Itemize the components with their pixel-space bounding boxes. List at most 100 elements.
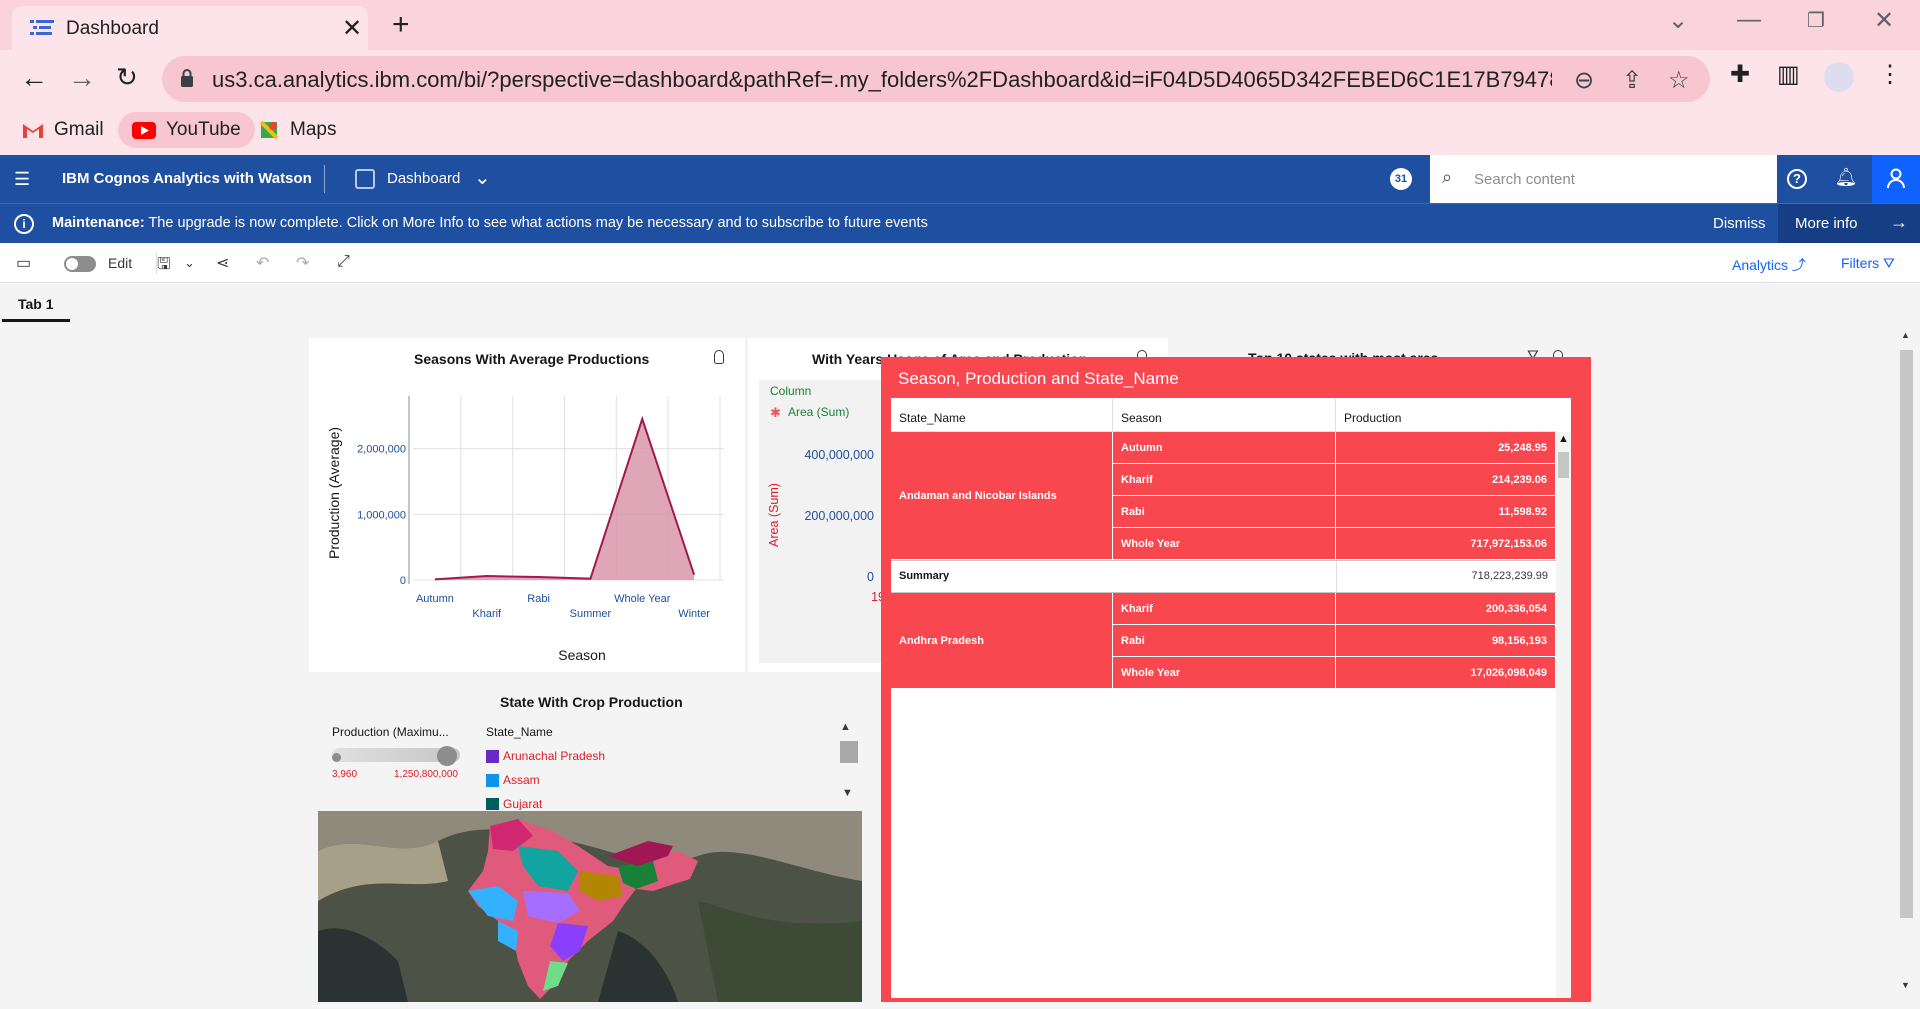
side-panel-icon[interactable]: ▥: [1777, 60, 1800, 89]
maintenance-label: Maintenance:: [52, 215, 145, 231]
extensions-icon[interactable]: ✚: [1730, 60, 1750, 89]
edit-label: Edit: [108, 255, 133, 271]
table-production-cell[interactable]: 25,248.95: [1336, 432, 1556, 464]
table-season-cell[interactable]: Whole Year: [1113, 528, 1336, 560]
bookmark-gmail[interactable]: Gmail: [8, 112, 118, 148]
table-season-cell[interactable]: Rabi: [1113, 496, 1336, 528]
browser-menu-icon[interactable]: ⋮: [1878, 60, 1902, 89]
hamburger-menu-icon[interactable]: ☰: [14, 169, 30, 190]
browser-tab[interactable]: Dashboard ✕: [12, 6, 368, 50]
table-season-cell[interactable]: Whole Year: [1113, 657, 1336, 689]
chevron-down-icon[interactable]: ⌄: [474, 165, 491, 190]
table-production-cell[interactable]: 200,336,054: [1336, 593, 1556, 625]
fullscreen-icon[interactable]: ⤢: [337, 253, 350, 271]
legend-state-item[interactable]: Gujarat: [486, 792, 706, 810]
dismiss-button[interactable]: Dismiss: [1713, 215, 1766, 232]
table-summary-row[interactable]: Summary 718,223,239.99: [891, 560, 1556, 593]
dashboard-switcher-label[interactable]: Dashboard: [387, 170, 460, 187]
user-profile-icon[interactable]: [1872, 155, 1920, 203]
table-production-cell[interactable]: 98,156,193: [1336, 625, 1556, 657]
table-state-cell[interactable]: Andaman and Nicobar Islands: [891, 432, 1113, 560]
search-icon: ⌕: [1442, 167, 1453, 187]
back-icon[interactable]: ←: [20, 62, 48, 94]
tab-search-icon[interactable]: ⌄: [1668, 6, 1688, 35]
forward-icon[interactable]: →: [68, 62, 96, 94]
notifications-bell-icon[interactable]: 🔔︎: [1834, 167, 1858, 191]
table-state-cell[interactable]: Andhra Pradesh: [891, 593, 1113, 689]
bookmark-maps[interactable]: Maps: [244, 112, 350, 148]
browser-toolbar: ← → ↻ us3.ca.analytics.ibm.com/bi/?persp…: [0, 50, 1920, 108]
range-min-label: 3,960: [332, 769, 358, 780]
filters-button[interactable]: Filters ⛛: [1841, 255, 1895, 272]
widget-title: State With Crop Production: [500, 694, 683, 710]
reload-icon[interactable]: ↻: [116, 62, 138, 93]
window-close-icon[interactable]: ✕: [1874, 6, 1894, 35]
column-header-production[interactable]: Production: [1336, 398, 1556, 432]
season-production-table-widget[interactable]: Season, Production and State_Name State_…: [881, 357, 1591, 1002]
table-production-cell[interactable]: 717,972,153.06: [1336, 528, 1556, 560]
x-tick-label: Winter: [678, 608, 710, 620]
bookmark-star-icon[interactable]: ☆: [1668, 66, 1690, 95]
analytics-button[interactable]: Analytics ⤴: [1732, 255, 1806, 275]
help-icon[interactable]: ?: [1787, 169, 1807, 189]
bookmark-youtube[interactable]: YouTube: [118, 112, 255, 148]
scroll-thumb[interactable]: [1558, 452, 1569, 478]
maintenance-message: The upgrade is now complete. Click on Mo…: [148, 215, 928, 231]
save-dropdown-chevron-icon[interactable]: ⌄: [184, 255, 195, 271]
legend-scroll-thumb[interactable]: [840, 741, 858, 763]
table-season-cell[interactable]: Kharif: [1113, 593, 1336, 625]
column-header-state[interactable]: State_Name: [891, 398, 1113, 432]
scroll-up-icon[interactable]: ▲: [1558, 433, 1569, 445]
more-info-button[interactable]: More info →: [1778, 204, 1920, 244]
y-tick-label: 200,000,000: [804, 509, 874, 523]
table-production-cell[interactable]: 214,239.06: [1336, 464, 1556, 496]
table-scrollbar[interactable]: ▲: [1556, 432, 1571, 998]
save-icon[interactable]: 🖫︎: [157, 253, 171, 280]
legend-scroll-up-icon[interactable]: ▲: [840, 721, 851, 733]
y-axis-title-left: Area (Sum): [767, 483, 781, 547]
y-tick-label: 0: [867, 570, 874, 584]
table-season-cell[interactable]: Rabi: [1113, 625, 1336, 657]
table-season-cell[interactable]: Autumn: [1113, 432, 1336, 464]
zoom-icon[interactable]: ⊖: [1574, 66, 1594, 95]
scroll-up-icon[interactable]: ▲: [1901, 330, 1910, 340]
scroll-down-icon[interactable]: ▼: [1901, 980, 1910, 990]
search-input[interactable]: [1474, 167, 1764, 191]
bookmark-label: Gmail: [54, 119, 104, 140]
table-production-cell[interactable]: 11,598.92: [1336, 496, 1556, 528]
tab-1[interactable]: Tab 1: [2, 283, 70, 322]
slider-min-handle[interactable]: [332, 753, 341, 762]
legend-state-item[interactable]: Assam: [486, 768, 706, 792]
legend-swatch: [486, 797, 499, 810]
restore-icon[interactable]: ❐: [1807, 8, 1825, 33]
profile-avatar[interactable]: [1824, 62, 1854, 92]
address-bar[interactable]: us3.ca.analytics.ibm.com/bi/?perspective…: [162, 56, 1710, 102]
notification-count-badge[interactable]: 31: [1390, 168, 1412, 190]
redo-icon[interactable]: ↷: [296, 253, 309, 273]
close-tab-icon[interactable]: ✕: [342, 14, 362, 43]
y-tick-label: 400,000,000: [804, 448, 874, 462]
dashboard-toolbar: ▭ Edit 🖫︎ ⌄ ⋖ ↶ ↷ ⤢ Analytics ⤴ Filters …: [0, 243, 1920, 283]
minimize-icon[interactable]: —: [1737, 6, 1761, 34]
maintenance-text: Maintenance: The upgrade is now complete…: [52, 215, 928, 231]
map-widget[interactable]: State With Crop Production Production (M…: [309, 676, 869, 1002]
undo-icon[interactable]: ↶: [256, 253, 269, 273]
satellite-map[interactable]: [318, 811, 862, 1002]
info-icon: i: [14, 214, 34, 234]
legend-state-item[interactable]: Arunachal Pradesh: [486, 744, 706, 768]
share-icon[interactable]: ⇪: [1622, 66, 1642, 95]
more-info-label: More info: [1795, 215, 1858, 232]
legend-scroll-down-icon[interactable]: ▼: [842, 787, 853, 799]
new-tab-icon[interactable]: +: [392, 8, 410, 42]
slider-max-handle[interactable]: [437, 746, 457, 766]
y-tick-label: 1,000,000: [357, 509, 406, 521]
dashboard-scrollbar[interactable]: ▲ ▼: [1897, 330, 1915, 1002]
edit-mode-toggle[interactable]: [64, 256, 96, 272]
table-season-cell[interactable]: Kharif: [1113, 464, 1336, 496]
table-production-cell[interactable]: 17,026,098,049: [1336, 657, 1556, 689]
seasons-chart-widget[interactable]: Seasons With Average Productions 0 1,000,…: [309, 338, 745, 672]
share-dashboard-icon[interactable]: ⋖: [216, 253, 229, 273]
scroll-thumb[interactable]: [1900, 350, 1913, 918]
comment-icon[interactable]: ▭: [16, 253, 31, 273]
column-header-season[interactable]: Season: [1113, 398, 1336, 432]
